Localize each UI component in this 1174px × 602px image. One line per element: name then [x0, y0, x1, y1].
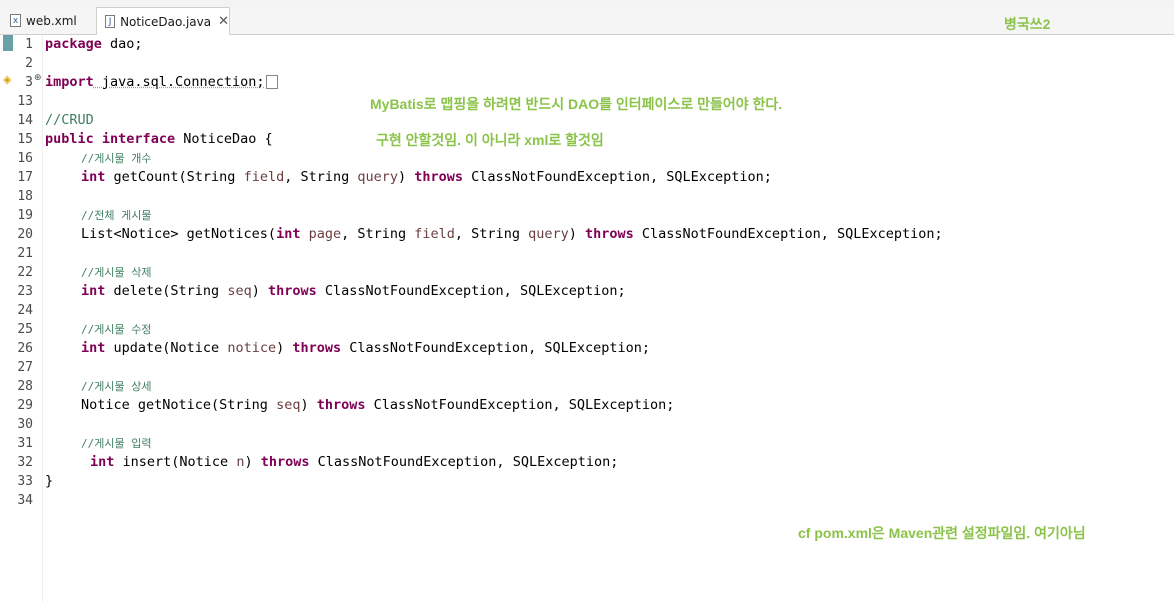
close-icon[interactable]: ✕: [218, 14, 229, 29]
code-line: 17 int getCount(String field, String que…: [0, 168, 1174, 187]
line-number: 21: [17, 246, 33, 261]
line-number: 20: [17, 227, 33, 242]
code-line: 26 int update(Notice notice) throws Clas…: [0, 339, 1174, 358]
line-number: 18: [17, 189, 33, 204]
line-number: 30: [17, 417, 33, 432]
tab-label: NoticeDao.java: [120, 14, 212, 29]
code-line: 33 }: [0, 472, 1174, 491]
tab-noticedao-java[interactable]: J NoticeDao.java ✕: [96, 7, 230, 35]
line-number: 23: [17, 284, 33, 299]
collapsed-imports-icon[interactable]: [266, 75, 279, 89]
code-text[interactable]: int delete(String seq) throws ClassNotFo…: [81, 282, 626, 301]
line-number: 2: [25, 56, 33, 71]
annotation-top-right: 병국쓰2: [1004, 16, 1051, 32]
code-line: 19 //전체 게시물: [0, 206, 1174, 225]
code-line: 21: [0, 244, 1174, 263]
fold-expand-icon[interactable]: ⊕: [34, 73, 42, 83]
code-line: 25 //게시물 수정: [0, 320, 1174, 339]
editor-tabbar: x web.xml J NoticeDao.java ✕ 병국쓰2: [0, 7, 1174, 35]
tab-web-xml[interactable]: x web.xml: [0, 7, 96, 34]
code-line: 34: [0, 491, 1174, 510]
code-line: 28 //게시물 상세: [0, 377, 1174, 396]
java-file-icon: J: [105, 15, 116, 28]
code-comment[interactable]: //게시물 수정: [81, 320, 151, 339]
code-line: 24: [0, 301, 1174, 320]
line-number: 27: [17, 360, 33, 375]
line-number: 28: [17, 379, 33, 394]
line-number: 33: [17, 474, 33, 489]
code-comment[interactable]: //게시물 개수: [81, 149, 151, 168]
code-line: 32 int insert(Notice n) throws ClassNotF…: [0, 453, 1174, 472]
xml-file-icon: x: [10, 14, 21, 27]
annotation-pom-note: cf pom.xml은 Maven관련 설정파일임. 여기아님: [798, 525, 1086, 541]
code-text[interactable]: }: [45, 472, 53, 491]
line-number: 19: [17, 208, 33, 223]
line-number: 29: [17, 398, 33, 413]
line-number: 32: [17, 455, 33, 470]
code-comment[interactable]: //게시물 입력: [81, 434, 151, 453]
code-line: 31 //게시물 입력: [0, 434, 1174, 453]
line-number: 25: [17, 322, 33, 337]
code-line: 29 Notice getNotice(String seq) throws C…: [0, 396, 1174, 415]
annotation-impl-note: 구현 안할것임. 이 아니라 xml로 할것임: [376, 132, 604, 148]
line-number: 22: [17, 265, 33, 280]
line-number: 34: [17, 493, 33, 508]
code-text[interactable]: import java.sql.Connection;: [45, 73, 279, 92]
code-line: ◈ 3 ⊕ import java.sql.Connection;: [0, 73, 1174, 92]
line-number: 3: [25, 75, 33, 90]
line-number: 24: [17, 303, 33, 318]
code-comment[interactable]: //전체 게시물: [81, 206, 151, 225]
line-number: 31: [17, 436, 33, 451]
line-number: 26: [17, 341, 33, 356]
tab-label: web.xml: [26, 13, 77, 28]
code-text[interactable]: package dao;: [45, 35, 143, 54]
code-comment[interactable]: //게시물 삭제: [81, 263, 151, 282]
code-text[interactable]: int insert(Notice n) throws ClassNotFoun…: [90, 453, 618, 472]
code-line: 20 List<Notice> getNotices(int page, Str…: [0, 225, 1174, 244]
code-line: 23 int delete(String seq) throws ClassNo…: [0, 282, 1174, 301]
line-number: 14: [17, 113, 33, 128]
code-text[interactable]: int getCount(String field, String query)…: [81, 168, 772, 187]
line-number: 13: [17, 94, 33, 109]
code-line: 16 //게시물 개수: [0, 149, 1174, 168]
line-number: 17: [17, 170, 33, 185]
line-number: 1: [25, 37, 33, 52]
code-comment[interactable]: //게시물 상세: [81, 377, 151, 396]
line-number: 16: [17, 151, 33, 166]
code-line: 1 package dao;: [0, 35, 1174, 54]
code-line: 22 //게시물 삭제: [0, 263, 1174, 282]
code-text[interactable]: List<Notice> getNotices(int page, String…: [81, 225, 943, 244]
code-text[interactable]: Notice getNotice(String seq) throws Clas…: [81, 396, 674, 415]
code-line: 18: [0, 187, 1174, 206]
code-line: 30: [0, 415, 1174, 434]
line-number: 15: [17, 132, 33, 147]
code-line: 2: [0, 54, 1174, 73]
code-text[interactable]: int update(Notice notice) throws ClassNo…: [81, 339, 650, 358]
code-comment[interactable]: //CRUD: [45, 111, 94, 130]
code-line: 27: [0, 358, 1174, 377]
annotation-mybatis-note: MyBatis로 맵핑을 하려면 반드시 DAO를 인터페이스로 만들어야 한다…: [370, 96, 783, 112]
code-text[interactable]: public interface NoticeDao {: [45, 130, 273, 149]
